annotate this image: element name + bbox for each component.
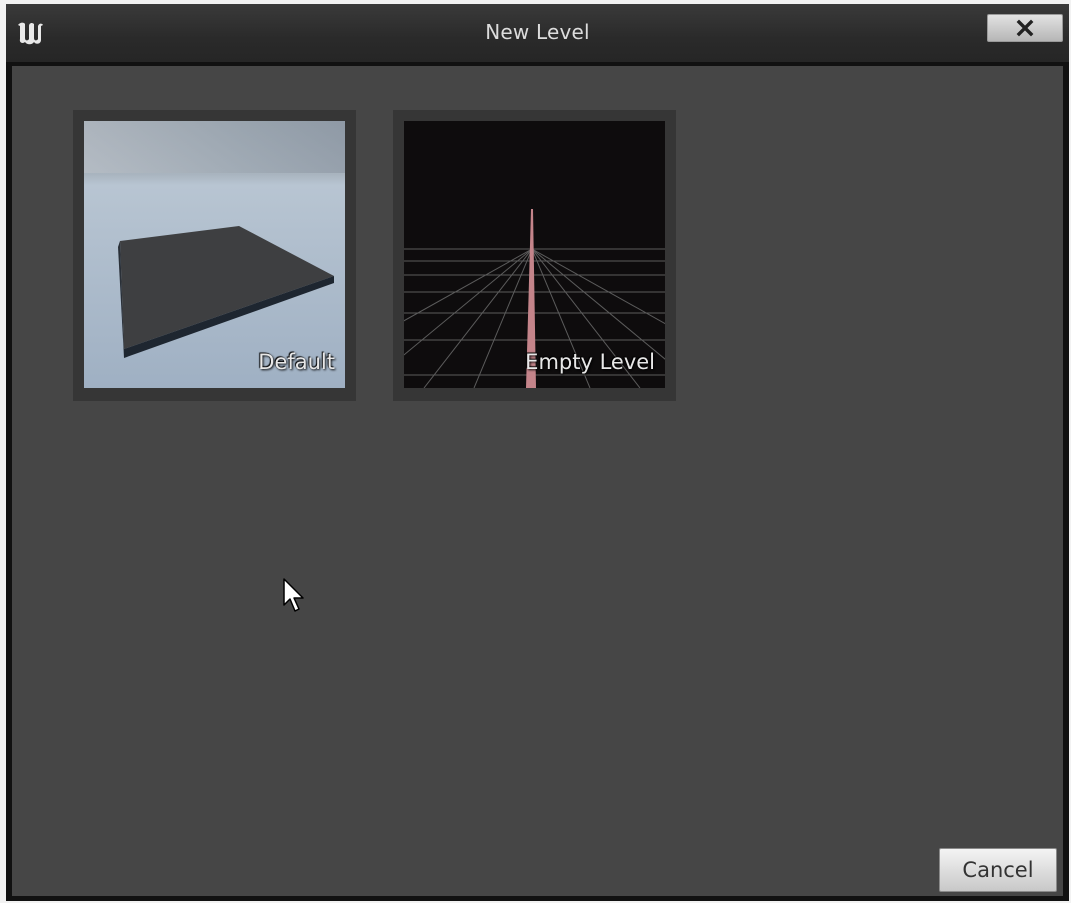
- default-level-thumbnail: Default: [84, 121, 345, 388]
- template-tile-default[interactable]: Default: [73, 110, 356, 401]
- close-icon: [1016, 19, 1034, 37]
- template-panel: Default Empty Level Cancel: [12, 66, 1063, 896]
- new-level-dialog: New Level Default Empty Level Cancel: [6, 4, 1069, 901]
- empty-level-thumbnail: Empty Level: [404, 121, 665, 388]
- title-bar[interactable]: New Level: [6, 4, 1069, 62]
- cancel-button[interactable]: Cancel: [939, 848, 1057, 892]
- template-label: Default: [258, 350, 335, 374]
- dialog-title: New Level: [485, 20, 590, 44]
- template-label: Empty Level: [525, 350, 655, 374]
- template-tile-empty-level[interactable]: Empty Level: [393, 110, 676, 401]
- close-button[interactable]: [987, 14, 1063, 42]
- mouse-cursor-icon: [283, 578, 304, 612]
